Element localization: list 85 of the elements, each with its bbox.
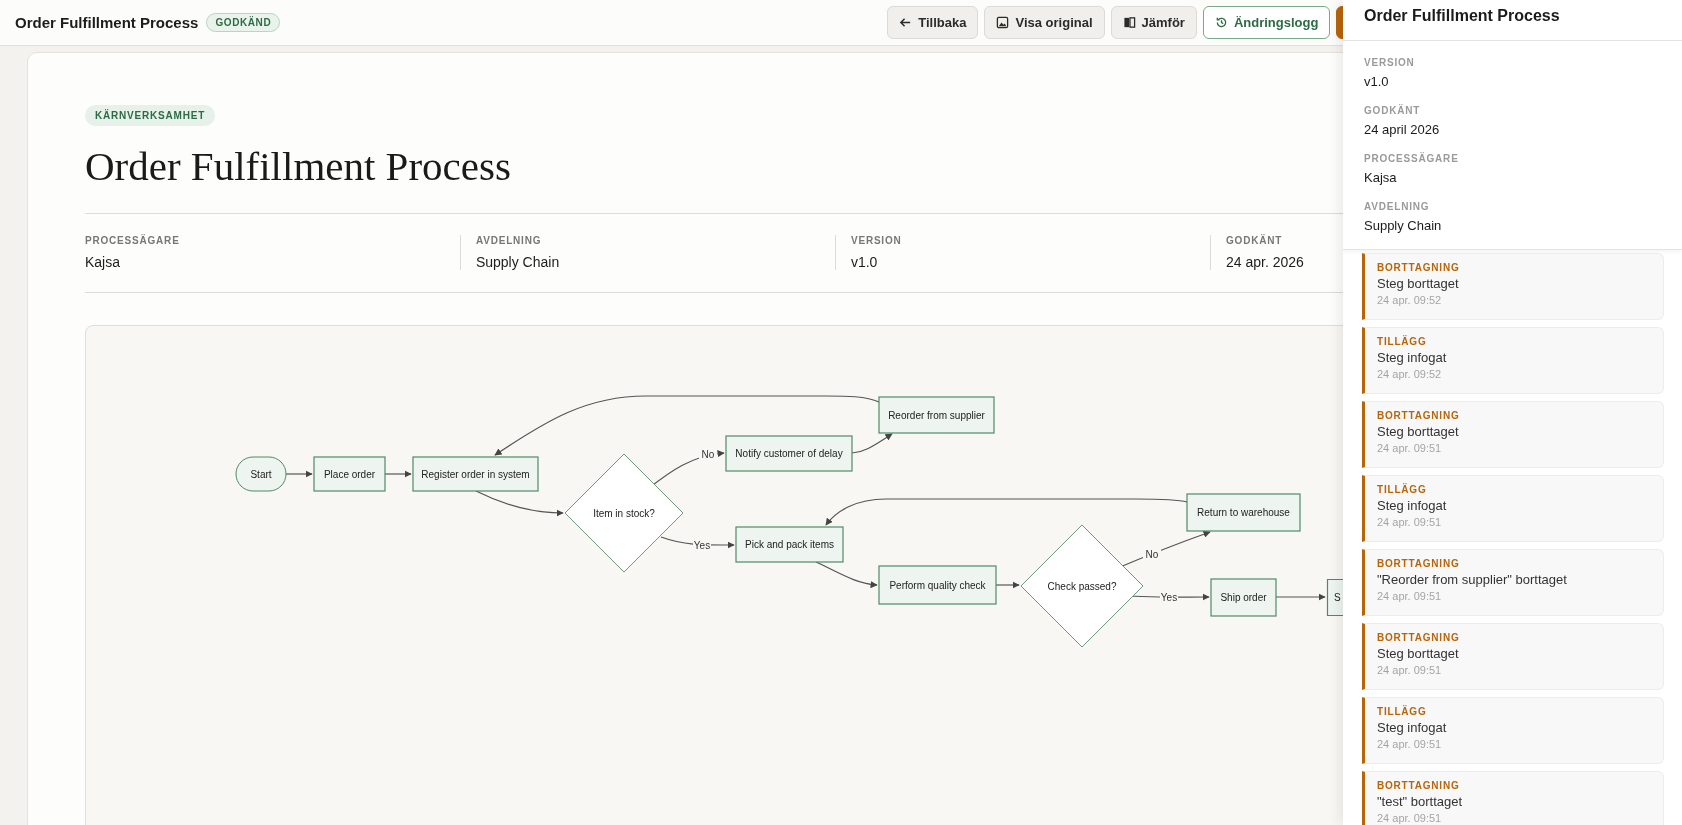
process-node[interactable]: [878, 396, 995, 434]
change-description: Steg infogat: [1377, 350, 1448, 365]
edge-label: No: [701, 448, 715, 460]
compare-icon: [1122, 16, 1136, 29]
change-description: Steg infogat: [1377, 720, 1448, 735]
change-type: TILLÄGG: [1377, 336, 1428, 347]
toolbar-button[interactable]: Jämför: [1110, 6, 1197, 39]
meta-label: VERSION: [850, 235, 903, 246]
change-type: BORTTAGNING: [1377, 780, 1461, 791]
change-type: BORTTAGNING: [1377, 632, 1461, 643]
process-node[interactable]: [878, 565, 997, 605]
start-node[interactable]: [235, 456, 287, 492]
panel-title: Order Fulfillment Process: [1364, 7, 1560, 24]
edge-label: No: [1145, 548, 1159, 560]
process-node[interactable]: [1210, 578, 1277, 617]
node-label: Check passed?: [1047, 580, 1117, 592]
process-node[interactable]: [725, 435, 853, 472]
change-description: Steg infogat: [1377, 498, 1448, 513]
change-description: Steg borttaget: [1377, 424, 1460, 439]
process-node[interactable]: [313, 456, 386, 492]
image-icon: [996, 16, 1010, 29]
node-label: Pick and pack items: [745, 539, 834, 550]
node-label: Reorder from supplier: [888, 409, 985, 421]
process-node[interactable]: [1186, 493, 1301, 532]
connector-arrow: [384, 470, 412, 478]
detail-label: GODKÄNT: [1364, 105, 1422, 116]
detail-label: VERSION: [1364, 57, 1416, 68]
node-label: Ship order: [1220, 592, 1267, 603]
node-label: Return to warehouse: [1197, 507, 1290, 518]
connector-arrow: [285, 470, 313, 478]
connector-arrow: [1275, 593, 1326, 601]
change-time: 24 apr. 09:51: [1377, 516, 1443, 528]
meta-value: v1.0: [850, 254, 879, 270]
detail-label: PROCESSÄGARE: [1364, 153, 1460, 164]
meta-value: Kajsa: [85, 254, 122, 270]
change-time: 24 apr. 09:52: [1377, 368, 1443, 380]
change-description: Steg borttaget: [1377, 276, 1460, 291]
connector-arrow: [995, 581, 1020, 589]
status-badge: GODKÄND: [206, 13, 281, 32]
change-type: TILLÄGG: [1377, 706, 1428, 717]
change-description: "test" borttaget: [1377, 794, 1464, 809]
toolbar-button[interactable]: Visa original: [984, 6, 1105, 39]
change-time: 24 apr. 09:51: [1377, 812, 1443, 824]
change-type: TILLÄGG: [1377, 484, 1428, 495]
node-label: Place order: [323, 468, 376, 480]
node-label: Start: [250, 468, 272, 480]
change-time: 24 apr. 09:51: [1377, 590, 1443, 602]
meta-label: GODKÄNT: [1225, 235, 1284, 246]
history-icon: [1214, 16, 1228, 29]
detail-label: AVDELNING: [1364, 201, 1431, 212]
detail-value: 24 april 2026: [1364, 122, 1441, 137]
change-description: Steg borttaget: [1377, 646, 1460, 661]
node-label: S: [1334, 592, 1341, 603]
edge-label: Yes: [693, 539, 711, 551]
decision-node[interactable]: [564, 453, 684, 573]
process-node[interactable]: [412, 456, 539, 492]
node-label: Notify customer of delay: [735, 448, 843, 459]
process-node[interactable]: [735, 526, 844, 563]
meta-value: 24 apr. 2026: [1225, 254, 1305, 270]
edge-label: Yes: [1160, 591, 1178, 603]
node-label: Register order in system: [421, 468, 530, 480]
back-arrow-icon: [899, 16, 913, 29]
change-time: 24 apr. 09:51: [1377, 664, 1443, 676]
detail-value: Kajsa: [1364, 170, 1398, 185]
decision-node[interactable]: [1020, 524, 1144, 648]
change-description: "Reorder from supplier" borttaget: [1377, 572, 1568, 587]
toolbar-button[interactable]: Tillbaka: [887, 6, 979, 39]
change-type: BORTTAGNING: [1377, 410, 1461, 421]
change-type: BORTTAGNING: [1377, 262, 1461, 273]
connector-arrow: [815, 561, 878, 588]
node-label: Item in stock?: [593, 507, 655, 519]
change-type: BORTTAGNING: [1377, 558, 1461, 569]
change-time: 24 apr. 09:51: [1377, 442, 1443, 454]
change-time: 24 apr. 09:52: [1377, 294, 1443, 306]
detail-value: v1.0: [1364, 74, 1390, 89]
meta-label: PROCESSÄGARE: [85, 235, 181, 246]
category-tag: KÄRNVERKSAMHET: [85, 105, 216, 126]
node-label: Perform quality check: [889, 579, 986, 591]
process-node[interactable]: [1326, 578, 1343, 617]
meta-value: Supply Chain: [475, 254, 561, 270]
detail-value: Supply Chain: [1364, 218, 1443, 233]
page-title: Order Fulfillment Process: [15, 14, 199, 31]
toolbar-button[interactable]: Ändringslogg: [1202, 6, 1331, 39]
change-time: 24 apr. 09:51: [1377, 738, 1443, 750]
meta-label: AVDELNING: [475, 235, 543, 246]
